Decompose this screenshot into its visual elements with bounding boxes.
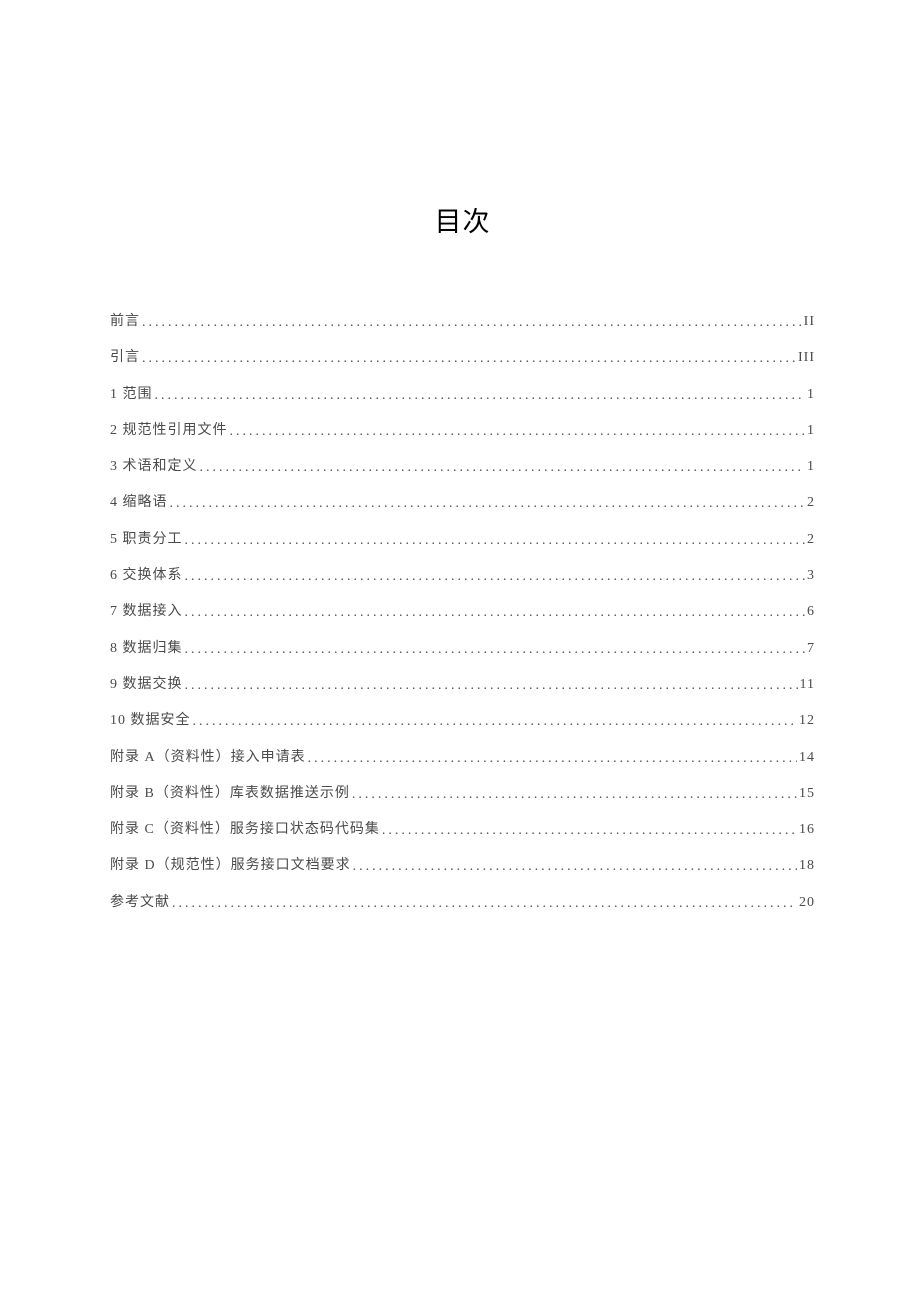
toc-leader-dots	[382, 823, 797, 840]
toc-leader-dots	[353, 859, 797, 876]
toc-entry-page: 2	[807, 495, 815, 512]
toc-entry-label: 参考文献	[110, 895, 170, 912]
toc-entry-label: 10 数据安全	[110, 713, 191, 730]
toc-entry: 5 职责分工 2	[110, 532, 815, 549]
toc-entry-page: 14	[799, 750, 815, 767]
toc-entry-label: 9 数据交换	[110, 677, 183, 694]
toc-entry-label: 附录 B（资料性）库表数据推送示例	[110, 786, 350, 803]
toc-entry-label: 3 术语和定义	[110, 459, 198, 476]
toc-leader-dots	[185, 569, 806, 586]
toc-entry: 前言 II	[110, 314, 815, 331]
toc-entry-page: 20	[799, 895, 815, 912]
toc-entry: 附录 B（资料性）库表数据推送示例 15	[110, 786, 815, 803]
toc-entry: 引言 III	[110, 350, 815, 367]
toc-entry-label: 1 范围	[110, 387, 153, 404]
toc-entry: 附录 D（规范性）服务接口文档要求 18	[110, 858, 815, 875]
toc-leader-dots	[185, 642, 806, 659]
table-of-contents: 前言II引言III1 范围12 规范性引用文件13 术语和定义14 缩略语25 …	[110, 314, 815, 912]
toc-entry-label: 2 规范性引用文件	[110, 423, 228, 440]
toc-entry: 3 术语和定义 1	[110, 459, 815, 476]
toc-entry: 8 数据归集 7	[110, 641, 815, 658]
toc-entry-label: 8 数据归集	[110, 641, 183, 658]
toc-leader-dots	[142, 315, 802, 332]
toc-entry-page: 7	[807, 641, 815, 658]
toc-entry-page: 15	[799, 786, 815, 803]
toc-entry: 9 数据交换 11	[110, 677, 815, 694]
toc-entry-page: 1	[807, 459, 815, 476]
toc-entry-label: 6 交换体系	[110, 568, 183, 585]
toc-entry-label: 前言	[110, 314, 140, 331]
toc-entry-label: 附录 C（资料性）服务接口状态码代码集	[110, 822, 380, 839]
toc-entry: 4 缩略语 2	[110, 495, 815, 512]
toc-entry: 2 规范性引用文件 1	[110, 423, 815, 440]
toc-entry-page: 18	[799, 858, 815, 875]
toc-leader-dots	[352, 787, 797, 804]
toc-entry-label: 引言	[110, 350, 140, 367]
toc-entry-label: 附录 A（资料性）接入申请表	[110, 750, 306, 767]
toc-entry-page: 1	[807, 387, 815, 404]
toc-entry: 附录 A（资料性）接入申请表 14	[110, 750, 815, 767]
toc-entry: 7 数据接入 6	[110, 604, 815, 621]
toc-leader-dots	[200, 460, 806, 477]
toc-entry-label: 5 职责分工	[110, 532, 183, 549]
toc-leader-dots	[308, 751, 797, 768]
toc-leader-dots	[170, 496, 806, 513]
toc-entry-page: 1	[807, 423, 815, 440]
toc-entry-label: 附录 D（规范性）服务接口文档要求	[110, 858, 351, 875]
toc-entry-page: 12	[799, 713, 815, 730]
toc-entry-page: II	[804, 314, 815, 331]
toc-entry-page: 11	[800, 677, 815, 694]
toc-leader-dots	[155, 388, 806, 405]
toc-leader-dots	[230, 424, 806, 441]
toc-entry: 附录 C（资料性）服务接口状态码代码集 16	[110, 822, 815, 839]
toc-entry-page: 3	[807, 568, 815, 585]
toc-entry-page: III	[798, 350, 815, 367]
toc-entry: 参考文献 20	[110, 895, 815, 912]
toc-leader-dots	[185, 605, 806, 622]
toc-entry: 6 交换体系 3	[110, 568, 815, 585]
toc-entry-page: 2	[807, 532, 815, 549]
toc-entry: 10 数据安全 12	[110, 713, 815, 730]
toc-leader-dots	[185, 678, 798, 695]
toc-entry: 1 范围 1	[110, 387, 815, 404]
toc-entry-label: 7 数据接入	[110, 604, 183, 621]
toc-entry-page: 16	[799, 822, 815, 839]
toc-leader-dots	[172, 896, 797, 913]
toc-entry-page: 6	[807, 604, 815, 621]
document-page: 目次 前言 II 引言 III 1 范围 1 2 规范性引用文件 1 3 术语和定义 1 4 缩略语…	[0, 0, 920, 912]
toc-leader-dots	[142, 351, 796, 368]
toc-entry-label: 4 缩略语	[110, 495, 168, 512]
toc-leader-dots	[185, 533, 806, 550]
toc-title: 目次	[110, 200, 815, 239]
toc-leader-dots	[193, 714, 798, 731]
